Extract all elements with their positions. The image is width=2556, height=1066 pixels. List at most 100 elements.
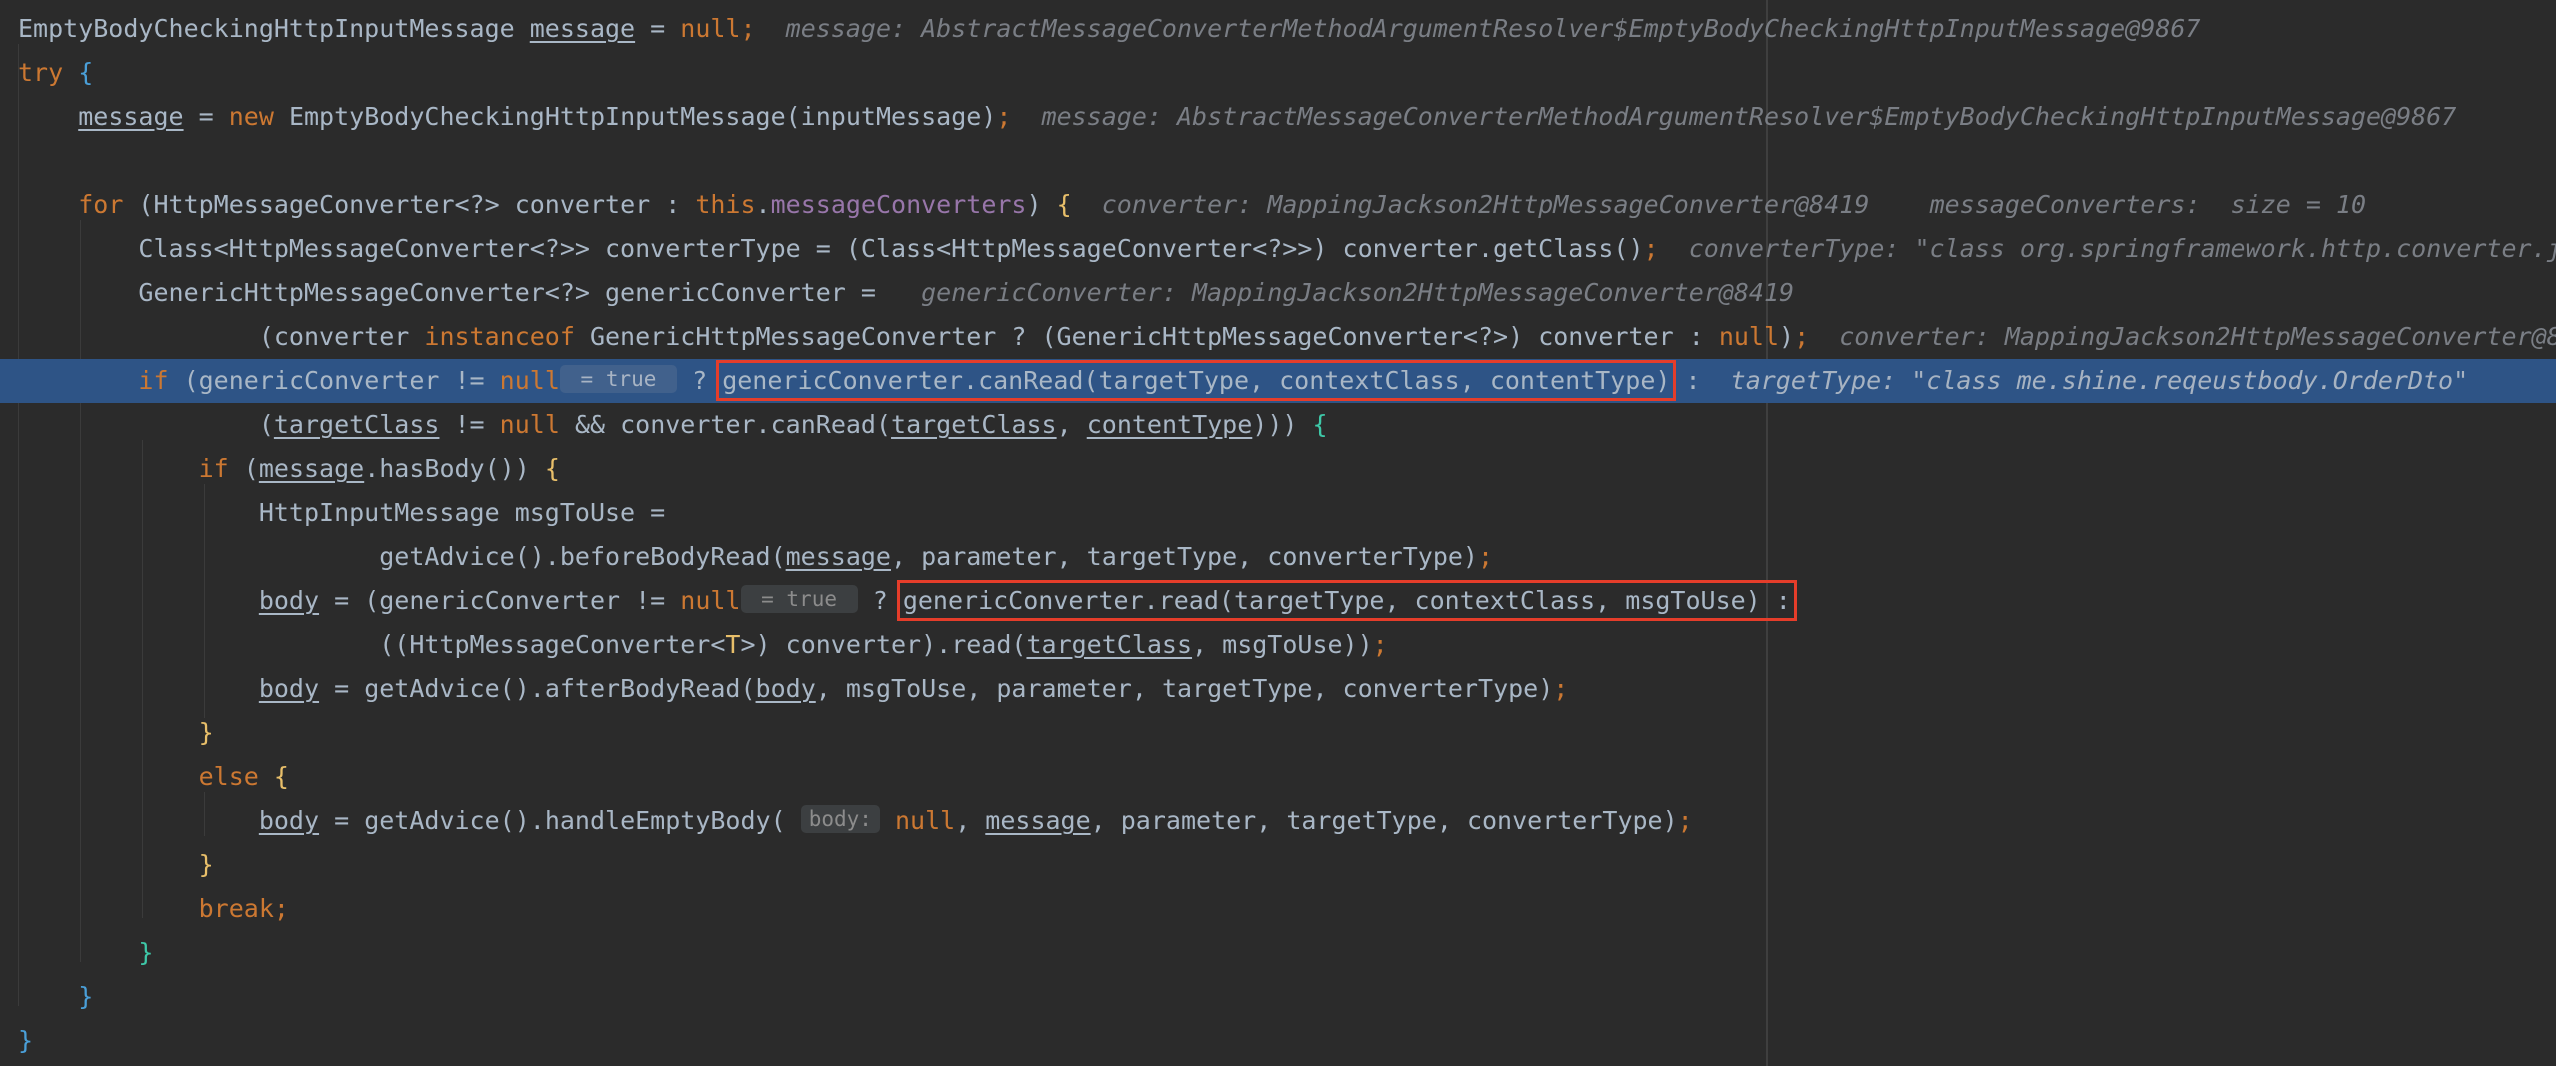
code-token: .hasBody())	[364, 454, 545, 483]
code-token: ;	[740, 14, 756, 43]
code-line-text: break;	[18, 887, 289, 931]
code-line[interactable]: body = getAdvice().handleEmptyBody( body…	[0, 799, 2556, 843]
code-line-text: Class<HttpMessageConverter<?>> converter…	[18, 227, 2556, 271]
code-token: )	[1026, 190, 1057, 219]
code-line[interactable]: break;	[0, 887, 2556, 931]
code-line[interactable]: HttpInputMessage msgToUse =	[0, 491, 2556, 535]
highlighted-canread-call: genericConverter.canRead(targetType, con…	[716, 360, 1677, 401]
code-line[interactable]: }	[0, 931, 2556, 975]
code-line[interactable]: Class<HttpMessageConverter<?>> converter…	[0, 227, 2556, 271]
code-line-text: body = (genericConverter != null = true …	[18, 579, 1797, 623]
variable-reference: targetClass	[891, 410, 1057, 439]
inlay-hint-badge: = true	[740, 585, 858, 613]
code-token: .	[755, 190, 771, 219]
code-token: ,	[1056, 410, 1087, 439]
code-token: T	[725, 630, 741, 659]
code-line[interactable]: getAdvice().beforeBodyRead(message, para…	[0, 535, 2556, 579]
code-token: }	[78, 982, 94, 1011]
code-line[interactable]: (converter instanceof GenericHttpMessage…	[0, 315, 2556, 359]
code-line[interactable]: GenericHttpMessageConverter<?> genericCo…	[0, 271, 2556, 315]
code-token: new	[228, 102, 274, 131]
code-line-text: HttpInputMessage msgToUse =	[18, 491, 665, 535]
code-line-text: getAdvice().beforeBodyRead(message, para…	[18, 535, 1493, 579]
code-line[interactable]: else {	[0, 755, 2556, 799]
code-line-text: }	[18, 1019, 33, 1063]
debug-value-hint: message: AbstractMessageConverterMethodA…	[1011, 102, 2457, 131]
code-token: :	[1670, 366, 1716, 395]
variable-reference: targetClass	[1026, 630, 1193, 659]
code-line-text: EmptyBodyCheckingHttpInputMessage messag…	[18, 7, 2200, 51]
code-line-text: try {	[18, 51, 93, 95]
code-editor[interactable]: EmptyBodyCheckingHttpInputMessage messag…	[0, 0, 2556, 1066]
code-token: )	[1779, 322, 1795, 351]
code-line[interactable]: body = getAdvice().afterBodyRead(body, m…	[0, 667, 2556, 711]
code-line[interactable]: (targetClass != null && converter.canRea…	[0, 403, 2556, 447]
inlay-hint-badge: = true	[559, 365, 678, 393]
code-token: {	[273, 762, 289, 791]
code-token: if	[198, 454, 229, 483]
debug-value-hint: message: AbstractMessageConverterMethodA…	[755, 14, 2201, 43]
code-token: , msgToUse))	[1192, 630, 1373, 659]
code-token: }	[198, 718, 214, 747]
code-token: for	[78, 190, 124, 219]
code-token: null	[499, 366, 560, 395]
code-token: (converter	[18, 322, 425, 351]
current-breakpoint-line[interactable]: if (genericConverter != null = true ? ge…	[0, 359, 2556, 403]
code-token: ;	[1794, 322, 1810, 351]
code-line[interactable]	[0, 139, 2556, 183]
code-line-text: message = new EmptyBodyCheckingHttpInput…	[18, 95, 2456, 139]
code-token: null	[499, 410, 560, 439]
code-token: ;	[1553, 674, 1569, 703]
code-token: }	[138, 938, 154, 967]
code-line[interactable]: }	[0, 1019, 2556, 1063]
code-line[interactable]: for (HttpMessageConverter<?> converter :…	[0, 183, 2556, 227]
code-token: else	[198, 762, 259, 791]
code-line[interactable]: }	[0, 843, 2556, 887]
code-line[interactable]: message = new EmptyBodyCheckingHttpInput…	[0, 95, 2556, 139]
code-token: (HttpMessageConverter<?> converter :	[123, 190, 696, 219]
code-line[interactable]: EmptyBodyCheckingHttpInputMessage messag…	[0, 7, 2556, 51]
code-token: {	[1312, 410, 1328, 439]
code-line-text: if (genericConverter != null = true ? ge…	[18, 359, 2468, 403]
code-line-text: ((HttpMessageConverter<T>) converter).re…	[18, 623, 1388, 667]
code-token: = getAdvice().handleEmptyBody(	[319, 806, 801, 835]
debug-value-hint: converter: MappingJackson2HttpMessageCon…	[1809, 322, 2556, 351]
code-line[interactable]: if (message.hasBody()) {	[0, 447, 2556, 491]
code-token: ;	[1477, 542, 1494, 571]
debug-value-hint: converter: MappingJackson2HttpMessageCon…	[1071, 190, 2367, 219]
variable-reference: message	[785, 542, 891, 571]
code-token: >) converter).read(	[740, 630, 1027, 659]
code-token: try	[18, 58, 64, 87]
code-token: GenericHttpMessageConverter ? (GenericHt…	[574, 322, 1719, 351]
code-line[interactable]: }	[0, 975, 2556, 1019]
debug-value-hint: converterType: "class org.springframewor…	[1688, 234, 2556, 263]
highlighted-read-call: genericConverter.read(targetType, contex…	[896, 580, 1797, 621]
variable-reference: body	[755, 674, 816, 703]
code-token: {	[1056, 190, 1072, 219]
code-line-text: }	[18, 843, 214, 887]
code-line-text: }	[18, 975, 93, 1019]
code-token: HttpInputMessage msgToUse =	[18, 498, 666, 527]
variable-reference: contentType	[1086, 410, 1253, 439]
code-token: null	[1718, 322, 1780, 351]
code-line[interactable]: }	[0, 711, 2556, 755]
code-line-text: if (message.hasBody()) {	[18, 447, 560, 491]
code-token: {	[544, 454, 560, 483]
code-line[interactable]: try {	[0, 51, 2556, 95]
code-line[interactable]: body = (genericConverter != null = true …	[0, 579, 2556, 623]
variable-reference: body	[258, 806, 320, 835]
code-token: && converter.canRead(	[559, 410, 892, 439]
variable-reference: message	[78, 102, 184, 131]
code-line[interactable]: ((HttpMessageConverter<T>) converter).re…	[0, 623, 2556, 667]
code-token: (genericConverter !=	[168, 366, 500, 395]
